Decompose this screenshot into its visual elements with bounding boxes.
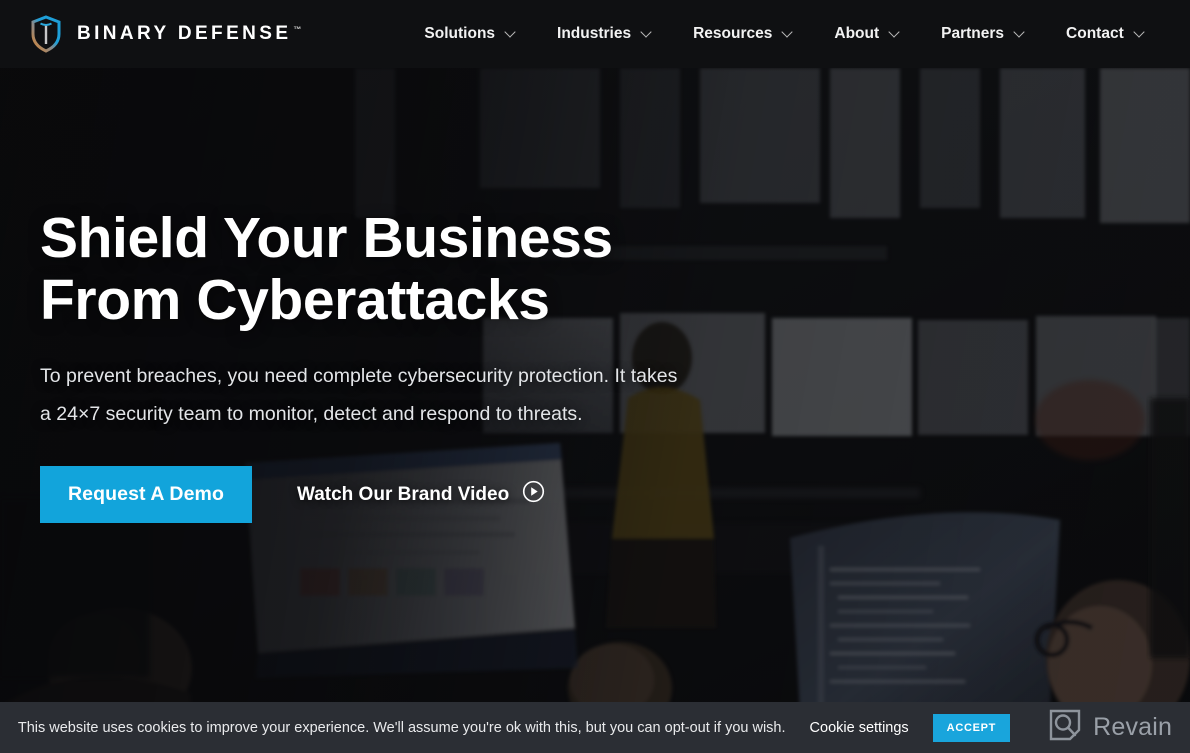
nav-label-contact: Contact [1066, 25, 1124, 42]
nav-item-partners[interactable]: Partners [920, 25, 1045, 43]
hero-content: Shield Your Business From Cyberattacks T… [40, 206, 760, 524]
brand-name-text: BINARY DEFENSE [77, 23, 292, 44]
revain-label: Revain [1093, 713, 1173, 741]
nav-item-about[interactable]: About [813, 25, 920, 43]
brand-logo[interactable]: BINARY DEFENSE ™ [30, 15, 301, 53]
trademark-symbol: ™ [293, 24, 302, 34]
revain-logo-icon [1048, 708, 1082, 747]
shield-icon [30, 15, 62, 53]
nav-item-industries[interactable]: Industries [536, 25, 672, 43]
watch-brand-video-label: Watch Our Brand Video [296, 483, 510, 505]
revain-watermark: Revain [1048, 708, 1172, 747]
site-header: BINARY DEFENSE ™ Solutions Industries Res… [0, 0, 1190, 68]
page-root: Shield Your Business From Cyberattacks T… [0, 0, 1190, 753]
cookie-consent-bar: This website uses cookies to improve you… [0, 702, 1190, 753]
hero-section: Shield Your Business From Cyberattacks T… [0, 68, 1190, 702]
nav-label-partners: Partners [941, 25, 1005, 42]
chevron-down-icon [506, 28, 515, 37]
nav-label-industries: Industries [557, 25, 632, 42]
chevron-down-icon [890, 28, 899, 37]
nav-item-solutions[interactable]: Solutions [403, 25, 536, 43]
play-circle-icon [522, 480, 545, 509]
cookie-message: This website uses cookies to improve you… [17, 719, 786, 736]
brand-name: BINARY DEFENSE ™ [77, 23, 301, 45]
cookie-accept-button[interactable]: ACCEPT [932, 713, 1011, 742]
chevron-down-icon [1135, 28, 1144, 37]
chevron-down-icon [642, 28, 651, 37]
nav-label-about: About [834, 25, 880, 42]
nav-item-resources[interactable]: Resources [672, 25, 813, 43]
nav-label-resources: Resources [693, 25, 773, 42]
cookie-settings-link[interactable]: Cookie settings [810, 720, 909, 736]
nav-item-contact[interactable]: Contact [1045, 25, 1165, 43]
nav-label-solutions: Solutions [424, 25, 496, 42]
hero-subtitle: To prevent breaches, you need complete c… [40, 365, 678, 425]
watch-brand-video-link[interactable]: Watch Our Brand Video [297, 480, 545, 509]
chevron-down-icon [1015, 28, 1024, 37]
hero-cta-row: Request A Demo Watch Our Brand Video [40, 466, 760, 524]
request-demo-button[interactable]: Request A Demo [40, 466, 252, 524]
chevron-down-icon [783, 28, 792, 37]
main-navigation: Solutions Industries Resources About Par… [403, 19, 1190, 49]
hero-title: Shield Your Business From Cyberattacks [40, 206, 613, 333]
